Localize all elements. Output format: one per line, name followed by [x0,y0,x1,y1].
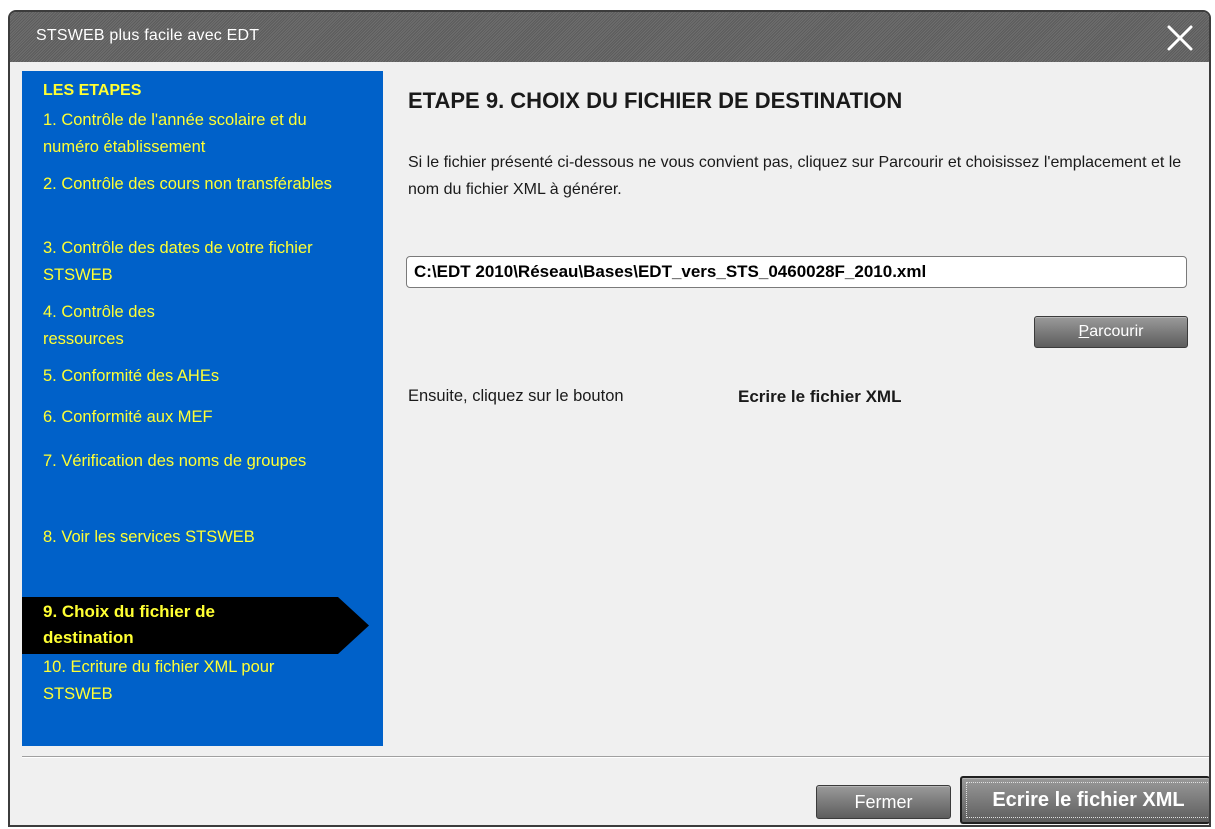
browse-mnemonic: P [1078,323,1090,340]
step-title: ETAPE 9. CHOIX DU FICHIER DE DESTINATION [408,88,903,113]
write-xml-button[interactable]: Ecrire le fichier XML [960,776,1209,824]
sidebar-step-1[interactable]: 1. Contrôle de l'année scolaire et du nu… [43,107,343,161]
file-path-input[interactable] [406,256,1187,288]
next-step-action-name: Ecrire le fichier XML [738,387,902,406]
browse-button[interactable]: Parcourir [1034,316,1188,348]
active-step-label: 9. Choix du fichier de destination [43,602,215,647]
dialog-window: STSWEB plus facile avec EDT LES ETAPES 1… [8,10,1211,827]
sidebar-step-5[interactable]: 5. Conformité des AHEs [43,363,343,390]
sidebar-step-2[interactable]: 2. Contrôle des cours non transférables [43,171,343,198]
browse-label: arcourir [1089,323,1144,340]
steps-header: LES ETAPES [43,82,142,99]
title-bar: STSWEB plus facile avec EDT [10,12,1209,62]
close-icon[interactable] [1165,23,1195,53]
sidebar-step-4[interactable]: 4. Contrôle des ressources [43,299,213,353]
window-title: STSWEB plus facile avec EDT [36,27,260,44]
steps-sidebar: LES ETAPES 1. Contrôle de l'année scolai… [22,71,383,746]
next-step-label: Ensuite, cliquez sur le bouton [408,387,624,405]
sidebar-step-9-active[interactable]: 9. Choix du fichier de destination [22,597,369,654]
sidebar-step-7[interactable]: 7. Vérification des noms de groupes [43,448,323,475]
footer-divider [22,756,1209,758]
close-button[interactable]: Fermer [816,785,951,819]
sidebar-step-10[interactable]: 10. Ecriture du fichier XML pour STSWEB [43,654,313,708]
write-xml-label: Ecrire le fichier XML [966,782,1209,818]
sidebar-step-3[interactable]: 3. Contrôle des dates de votre fichier S… [43,235,343,289]
sidebar-step-6[interactable]: 6. Conformité aux MEF [43,404,343,431]
sidebar-step-8[interactable]: 8. Voir les services STSWEB [43,524,343,551]
instruction-text: Si le fichier présenté ci-dessous ne vou… [408,154,1182,198]
